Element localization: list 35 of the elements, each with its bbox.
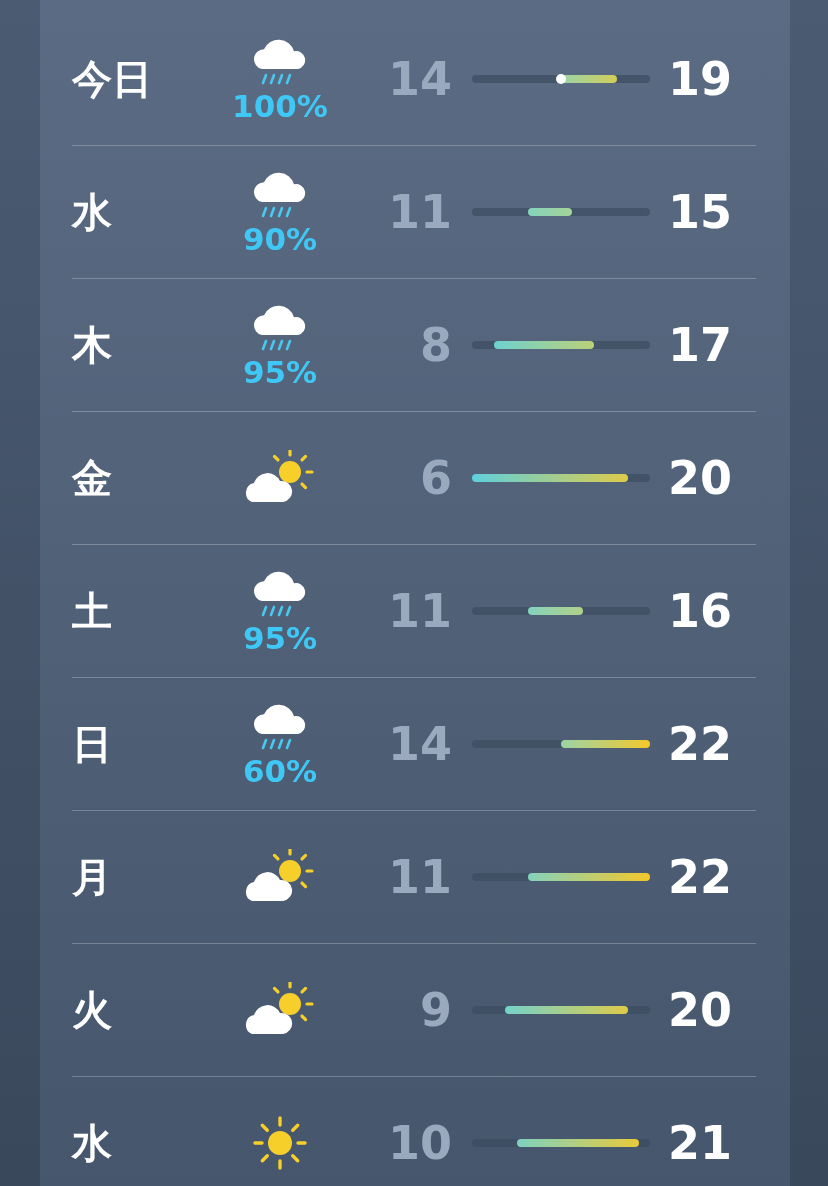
high-temperature: 21 [667, 1116, 732, 1170]
low-temperature: 11 [387, 584, 452, 638]
low-temperature: 9 [419, 983, 452, 1037]
day-label: 火 [72, 985, 113, 1035]
high-temperature: 20 [667, 983, 732, 1037]
day-label: 金 [72, 453, 113, 503]
sun-icon [250, 1113, 310, 1173]
high-temperature: 17 [667, 318, 732, 372]
day-label: 今日 [72, 54, 153, 104]
precipitation-chance: 90% [242, 222, 318, 256]
low-temperature: 14 [387, 52, 452, 106]
day-label: 水 [72, 1118, 113, 1168]
high-temperature: 19 [667, 52, 732, 106]
day-label: 水 [72, 187, 113, 237]
day-label: 木 [72, 320, 113, 370]
temperature-range-bar [527, 208, 573, 216]
day-label: 月 [72, 852, 113, 902]
high-temperature: 22 [667, 850, 732, 904]
low-temperature: 8 [419, 318, 452, 372]
high-temperature: 20 [667, 451, 732, 505]
high-temperature: 16 [667, 584, 732, 638]
precipitation-chance: 95% [242, 621, 318, 655]
precipitation-chance: 100% [232, 89, 328, 123]
temperature-range-bar [527, 607, 584, 615]
low-temperature: 11 [387, 850, 452, 904]
day-label: 土 [72, 586, 113, 636]
low-temperature: 11 [387, 185, 452, 239]
low-temperature: 10 [387, 1116, 452, 1170]
low-temperature: 6 [419, 451, 452, 505]
high-temperature: 15 [667, 185, 732, 239]
precipitation-chance: 95% [242, 355, 318, 389]
day-label: 日 [72, 719, 113, 769]
low-temperature: 14 [387, 717, 452, 771]
precipitation-chance: 60% [242, 754, 318, 788]
high-temperature: 22 [667, 717, 732, 771]
